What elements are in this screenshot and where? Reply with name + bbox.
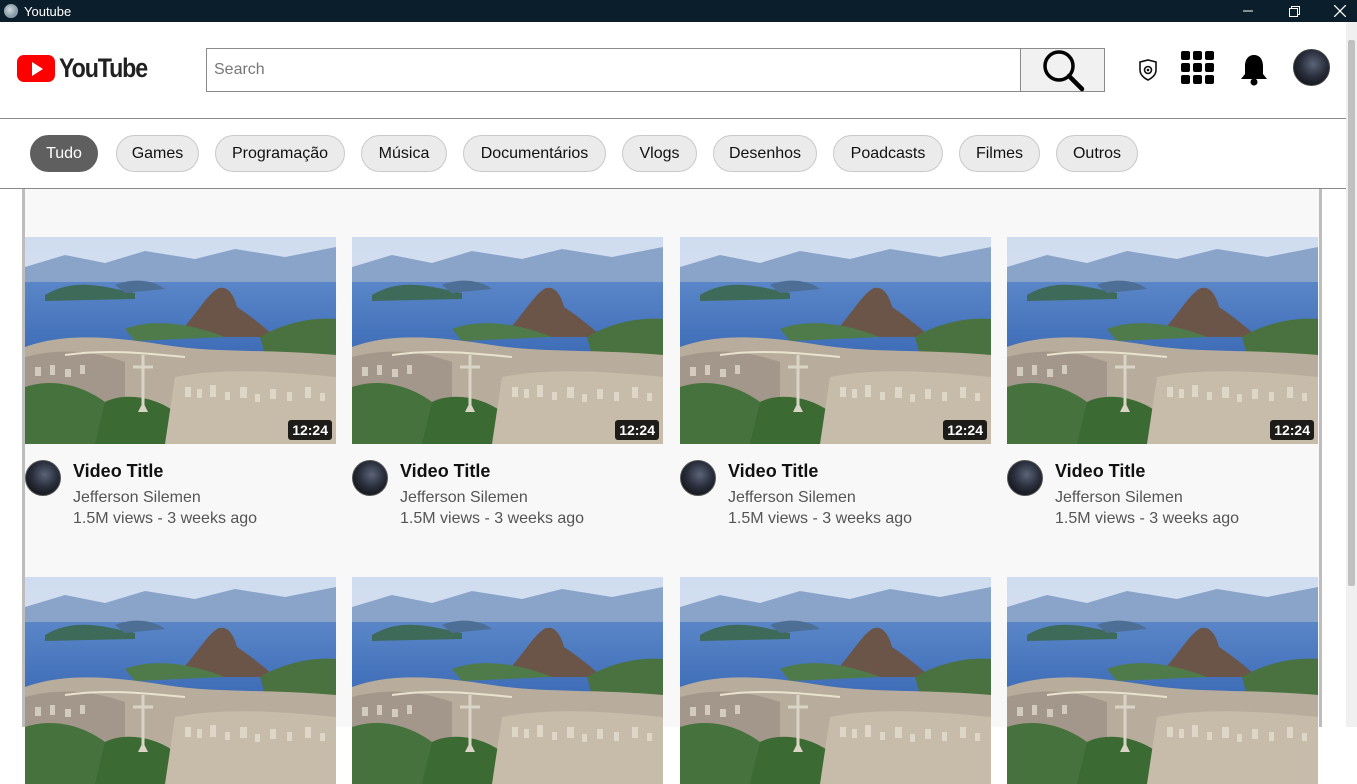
category-chips: Tudo Games Programação Música Documentár…: [0, 119, 1346, 189]
scrollbar-thumb[interactable]: [1348, 40, 1355, 586]
video-meta: 1.5M views - 3 weeks ago: [400, 510, 585, 527]
app-globe-icon: [4, 4, 18, 18]
video-title[interactable]: Video Title: [73, 461, 163, 482]
video-duration: 12:24: [1270, 420, 1314, 440]
video-title[interactable]: Video Title: [400, 461, 490, 482]
chip-desenhos[interactable]: Desenhos: [713, 135, 817, 172]
rio-landscape-image: [1007, 237, 1318, 444]
chip-musica[interactable]: Música: [361, 135, 447, 172]
camera-shield-icon[interactable]: [1135, 57, 1161, 83]
top-header: YouTube: [0, 22, 1346, 119]
bell-icon[interactable]: [1240, 52, 1268, 86]
chip-poadcasts[interactable]: Poadcasts: [833, 135, 943, 172]
channel-avatar[interactable]: [1007, 460, 1043, 496]
video-duration: 12:24: [943, 420, 987, 440]
video-thumbnail[interactable]: [352, 577, 663, 784]
rio-landscape-image: [680, 577, 991, 784]
rio-landscape-image: [352, 237, 663, 444]
rio-landscape-image: [25, 237, 336, 444]
channel-avatar[interactable]: [352, 460, 388, 496]
channel-avatar[interactable]: [680, 460, 716, 496]
channel-name[interactable]: Jefferson Silemen: [73, 489, 201, 507]
user-avatar[interactable]: [1293, 49, 1330, 86]
window-titlebar: Youtube: [0, 0, 1357, 22]
minimize-button[interactable]: [1225, 0, 1271, 22]
video-thumbnail[interactable]: [680, 577, 991, 784]
chip-vlogs[interactable]: Vlogs: [622, 135, 697, 172]
youtube-play-icon: [17, 55, 55, 82]
search-icon: [1042, 50, 1084, 92]
rio-landscape-image: [352, 577, 663, 784]
chip-documentarios[interactable]: Documentários: [463, 135, 606, 172]
video-card[interactable]: [352, 577, 663, 784]
rio-landscape-image: [1007, 577, 1318, 784]
video-card[interactable]: [680, 577, 991, 784]
rio-landscape-image: [680, 237, 991, 444]
video-thumbnail[interactable]: [1007, 577, 1318, 784]
search-input[interactable]: [206, 48, 1021, 92]
video-meta: 1.5M views - 3 weeks ago: [73, 510, 258, 527]
video-thumbnail[interactable]: 12:24: [352, 237, 663, 444]
video-card[interactable]: 12:24 Video Title Jefferson Silemen 1.5M…: [25, 237, 336, 527]
video-grid: 12:24 Video Title Jefferson Silemen 1.5M…: [22, 189, 1322, 784]
video-thumbnail[interactable]: 12:24: [25, 237, 336, 444]
video-thumbnail[interactable]: [25, 577, 336, 784]
channel-name[interactable]: Jefferson Silemen: [1055, 489, 1183, 507]
chip-filmes[interactable]: Filmes: [959, 135, 1040, 172]
channel-name[interactable]: Jefferson Silemen: [400, 489, 528, 507]
vertical-scrollbar[interactable]: [1346, 22, 1357, 727]
channel-avatar[interactable]: [25, 460, 61, 496]
apps-grid-icon[interactable]: [1181, 51, 1215, 85]
window-title: Youtube: [24, 3, 72, 19]
search-button[interactable]: [1020, 48, 1105, 92]
close-button[interactable]: [1317, 0, 1357, 22]
chip-outros[interactable]: Outros: [1056, 135, 1138, 172]
rio-landscape-image: [25, 577, 336, 784]
video-duration: 12:24: [288, 420, 332, 440]
video-meta: 1.5M views - 3 weeks ago: [1055, 510, 1240, 527]
channel-name[interactable]: Jefferson Silemen: [728, 489, 856, 507]
video-card[interactable]: [1007, 577, 1318, 784]
video-meta: 1.5M views - 3 weeks ago: [728, 510, 913, 527]
logo-wordmark: YouTube: [59, 53, 148, 83]
chip-games[interactable]: Games: [116, 135, 199, 172]
video-card[interactable]: 12:24 Video Title Jefferson Silemen 1.5M…: [1007, 237, 1318, 527]
video-thumbnail[interactable]: 12:24: [1007, 237, 1318, 444]
video-title[interactable]: Video Title: [728, 461, 818, 482]
video-card[interactable]: 12:24 Video Title Jefferson Silemen 1.5M…: [352, 237, 663, 527]
chip-tudo[interactable]: Tudo: [30, 135, 98, 172]
chip-programacao[interactable]: Programação: [215, 135, 345, 172]
youtube-logo[interactable]: YouTube: [17, 53, 161, 84]
video-title[interactable]: Video Title: [1055, 461, 1145, 482]
restore-button[interactable]: [1271, 0, 1317, 22]
video-card[interactable]: 12:24 Video Title Jefferson Silemen 1.5M…: [680, 237, 991, 527]
video-duration: 12:24: [615, 420, 659, 440]
video-card[interactable]: [25, 577, 336, 784]
video-thumbnail[interactable]: 12:24: [680, 237, 991, 444]
